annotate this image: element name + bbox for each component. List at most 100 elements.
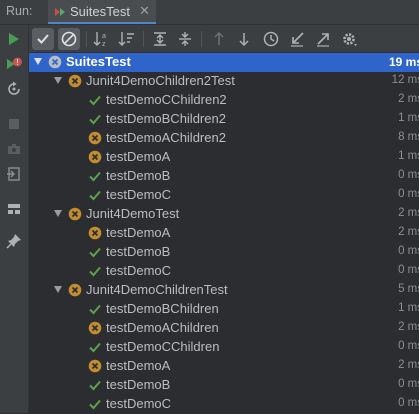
tree-root-row[interactable]: SuitesTest 19 ms (29, 53, 419, 72)
test-duration: 1 ms (398, 112, 419, 124)
test-duration: 2 ms (398, 359, 419, 371)
sort-by-duration-icon[interactable] (118, 30, 136, 48)
test-case-row[interactable]: testDemoA 2 ms (29, 357, 419, 376)
test-duration: 0 ms (398, 264, 419, 276)
pin-icon[interactable] (6, 233, 22, 249)
test-case-row[interactable]: testDemoB 0 ms (29, 243, 419, 262)
test-case-row[interactable]: testDemoAChildren 2 ms (29, 319, 419, 338)
test-failed-icon (48, 55, 62, 69)
test-name: Junit4DemoChildrenTest (86, 282, 228, 297)
test-case-row[interactable]: testDemoBChildren2 1 ms (29, 110, 419, 129)
run-tool-window-header: Run: SuitesTest ✕ (0, 0, 419, 25)
test-failed-icon (88, 359, 102, 373)
test-duration: 2 ms (398, 93, 419, 105)
test-failed-icon (88, 321, 102, 335)
test-case-row[interactable]: testDemoB 0 ms (29, 167, 419, 186)
test-case-row[interactable]: testDemoCChildren2 2 ms (29, 91, 419, 110)
expand-arrow-icon[interactable] (54, 286, 62, 293)
test-failed-icon (68, 207, 82, 221)
test-case-row[interactable]: testDemoA 1 ms (29, 148, 419, 167)
test-duration: 0 ms (398, 340, 419, 352)
junit-config-icon (54, 6, 66, 21)
run-label: Run: (6, 4, 33, 18)
test-results-tree: SuitesTest 19 ms Junit4DemoChildren2Test 12… (29, 53, 419, 413)
test-duration: 5 ms (398, 283, 419, 295)
test-duration: 2 ms (398, 226, 419, 238)
close-tab-icon[interactable]: ✕ (139, 3, 150, 19)
test-duration: 0 ms (398, 378, 419, 390)
test-case-row[interactable]: testDemoCChildren 0 ms (29, 338, 419, 357)
tab-suites-test[interactable]: SuitesTest ✕ (48, 0, 156, 24)
test-name: testDemoA (106, 149, 171, 164)
exit-icon[interactable] (6, 166, 22, 182)
expand-all-icon[interactable] (151, 30, 169, 48)
test-passed-icon (88, 93, 102, 107)
test-name: testDemoA (106, 225, 171, 240)
test-passed-icon (88, 340, 102, 354)
svg-text:a: a (102, 33, 106, 40)
test-passed-icon (88, 264, 102, 278)
test-duration: 0 ms (398, 397, 419, 409)
test-name: testDemoC (106, 263, 172, 278)
test-case-row[interactable]: testDemoC 0 ms (29, 395, 419, 414)
expand-arrow-icon[interactable] (34, 58, 42, 65)
test-passed-icon (88, 378, 102, 392)
test-failed-icon (68, 74, 82, 88)
test-duration: 12 ms (391, 74, 419, 86)
tab-title: SuitesTest (70, 4, 130, 19)
test-name: testDemoBChildren2 (106, 111, 226, 126)
test-failed-icon (88, 150, 102, 164)
toolbar-separator (143, 31, 144, 47)
export-results-icon[interactable] (314, 30, 332, 48)
test-name: testDemoAChildren (106, 320, 219, 335)
expand-arrow-icon[interactable] (54, 210, 62, 217)
test-suite-row[interactable]: Junit4DemoChildrenTest 5 ms (29, 281, 419, 300)
test-case-row[interactable]: testDemoC 0 ms (29, 186, 419, 205)
test-name: testDemoBChildren (106, 301, 219, 316)
expand-arrow-icon[interactable] (54, 77, 62, 84)
test-name: testDemoB (106, 377, 171, 392)
test-suite-row[interactable]: Junit4DemoChildren2Test 12 ms (29, 72, 419, 91)
test-passed-icon (88, 245, 102, 259)
test-case-row[interactable]: testDemoBChildren 1 ms (29, 300, 419, 319)
test-duration: 1 ms (398, 150, 419, 162)
show-passed-icon[interactable] (32, 28, 54, 50)
test-name: Junit4DemoChildren2Test (86, 73, 235, 88)
test-case-row[interactable]: testDemoB 0 ms (29, 376, 419, 395)
layout-icon[interactable] (6, 201, 22, 217)
test-passed-icon (88, 112, 102, 126)
test-failed-icon (88, 226, 102, 240)
rerun-icon[interactable] (6, 31, 22, 47)
sort-alphabetically-icon[interactable]: az (93, 30, 111, 48)
toggle-auto-test-icon[interactable] (6, 81, 22, 97)
test-suite-row[interactable]: Junit4DemoTest 2 ms (29, 205, 419, 224)
test-case-row[interactable]: testDemoC 0 ms (29, 262, 419, 281)
rerun-failed-icon[interactable]: ! (6, 56, 22, 72)
test-duration: 2 ms (398, 207, 419, 219)
test-name: testDemoCChildren2 (106, 92, 227, 107)
test-name: testDemoAChildren2 (106, 130, 226, 145)
test-name: testDemoC (106, 187, 172, 202)
previous-failed-icon[interactable] (210, 30, 228, 48)
test-name: testDemoCChildren (106, 339, 220, 354)
svg-text:z: z (102, 41, 106, 48)
test-case-row[interactable]: testDemoA 2 ms (29, 224, 419, 243)
next-failed-icon[interactable] (235, 30, 253, 48)
camera-icon[interactable] (6, 141, 22, 157)
test-duration: 2 ms (398, 321, 419, 333)
show-ignored-icon[interactable] (58, 28, 80, 50)
import-tests-icon[interactable] (288, 30, 306, 48)
test-passed-icon (88, 188, 102, 202)
test-case-row[interactable]: testDemoAChildren2 8 ms (29, 129, 419, 148)
test-failed-icon (88, 131, 102, 145)
test-history-icon[interactable] (262, 30, 280, 48)
toolbar-separator (86, 31, 87, 47)
stop-icon[interactable] (6, 116, 22, 132)
test-name: testDemoB (106, 168, 171, 183)
test-passed-icon (88, 169, 102, 183)
test-passed-icon (88, 397, 102, 411)
collapse-all-icon[interactable] (176, 30, 194, 48)
settings-icon[interactable] (341, 30, 359, 48)
test-duration: 19 ms (388, 55, 419, 69)
test-name: Junit4DemoTest (86, 206, 180, 221)
